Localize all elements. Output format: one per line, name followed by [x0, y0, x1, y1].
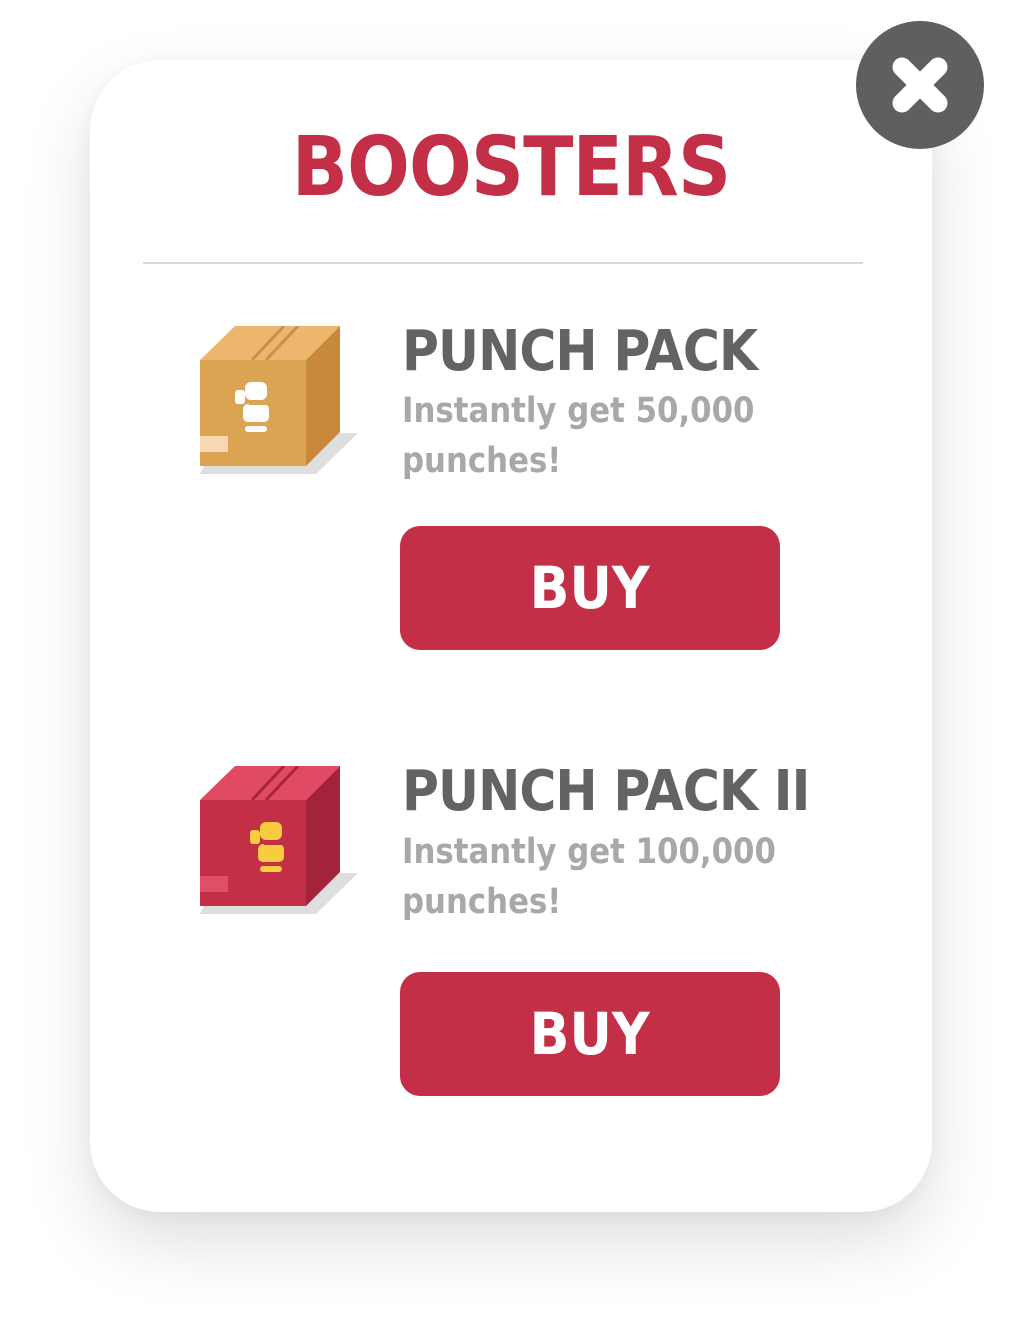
boosters-dialog-stage: BOOSTERS PUNCH PACK Instantly get 50,000…	[0, 0, 1022, 1333]
item-description-punch-pack: Instantly get 50,000 punches!	[402, 391, 755, 481]
buy-button-punch-pack-ii[interactable]: BUY	[400, 972, 780, 1096]
item-name-punch-pack-ii: PUNCH PACK II	[402, 759, 810, 824]
red-box-boxing-glove-icon	[200, 766, 358, 914]
buy-button-punch-pack[interactable]: BUY	[400, 526, 780, 650]
buy-button-label: BUY	[530, 1000, 650, 1068]
buy-button-label: BUY	[530, 554, 650, 622]
dialog-title: BOOSTERS	[291, 120, 731, 215]
title-divider	[143, 262, 863, 264]
item-description-punch-pack-ii: Instantly get 100,000 punches!	[402, 832, 776, 922]
item-name-punch-pack: PUNCH PACK	[402, 319, 758, 384]
brown-box-boxing-glove-icon	[200, 326, 358, 474]
